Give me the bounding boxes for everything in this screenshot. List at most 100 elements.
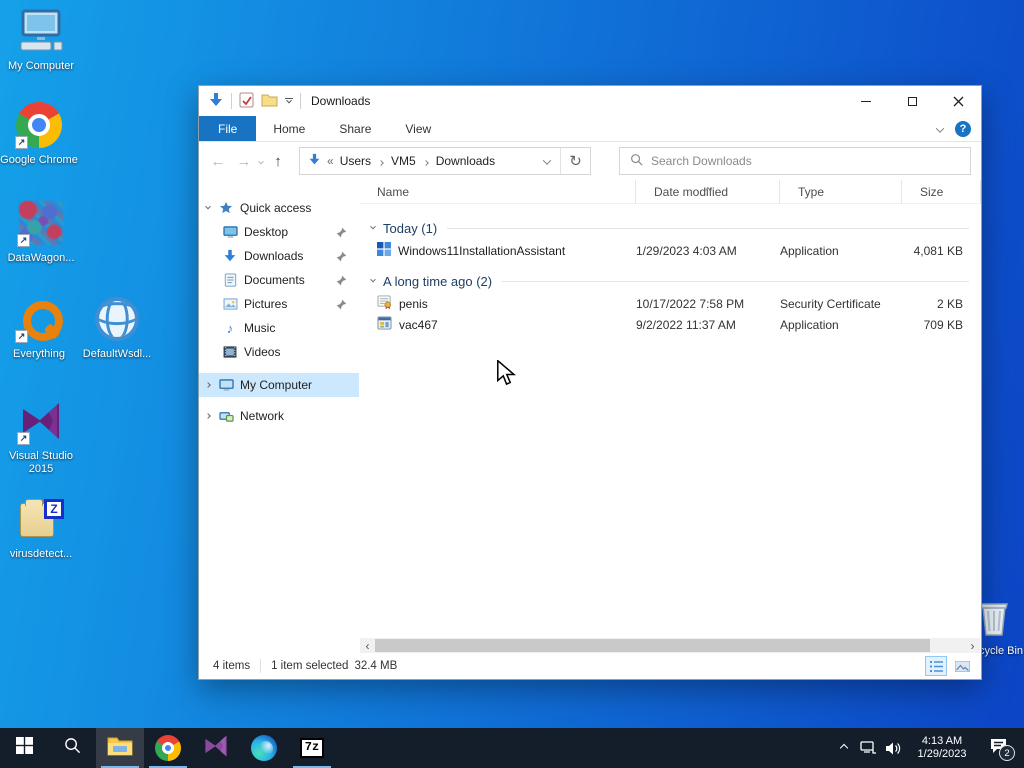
chevron-right-icon[interactable] [199, 382, 217, 388]
expand-ribbon-chevron-icon[interactable] [935, 122, 945, 136]
chrome-icon [155, 735, 181, 761]
search-input[interactable] [651, 148, 970, 174]
back-button[interactable]: ← [207, 153, 229, 170]
scroll-left-arrow[interactable]: ‹ [360, 638, 375, 653]
close-button[interactable] [935, 86, 981, 116]
desktop-icon-datawagon[interactable]: ↗ DataWagon... [2, 198, 80, 265]
sidebar-item-my-computer[interactable]: My Computer [199, 373, 359, 397]
chevron-down-icon[interactable] [365, 223, 381, 230]
chrome-icon: ↗ [14, 100, 64, 150]
desktop-icon-visual-studio[interactable]: ↗ Visual Studio 2015 [2, 396, 80, 476]
computer-icon [217, 378, 235, 392]
group-header-today[interactable]: Today (1) [359, 216, 981, 240]
visual-studio-icon: ↗ [16, 396, 66, 446]
taskbar-search-button[interactable] [48, 728, 96, 768]
new-folder-icon[interactable] [261, 92, 278, 110]
forward-button[interactable]: → [233, 153, 255, 170]
tab-home[interactable]: Home [256, 116, 322, 141]
desktop-icon-google-chrome[interactable]: ↗ Google Chrome [0, 100, 78, 167]
help-icon[interactable]: ? [955, 120, 971, 137]
scrollbar-thumb[interactable] [375, 639, 930, 652]
taskbar-chrome-button[interactable] [144, 728, 192, 768]
minimize-button[interactable] [843, 86, 889, 116]
refresh-button[interactable]: ↻ [560, 148, 590, 174]
maximize-button[interactable] [889, 86, 935, 116]
desktop-icon-everything[interactable]: ↗ Everything [0, 294, 78, 361]
volume-icon[interactable] [881, 728, 906, 768]
ribbon-tab-bar: File Home Share View ? [199, 116, 981, 142]
column-header-name[interactable]: Name [359, 180, 636, 204]
sidebar-item-pictures[interactable]: Pictures [199, 292, 359, 316]
file-date: 10/17/2022 7:58 PM [636, 296, 745, 311]
breadcrumb-collapsed[interactable]: « [327, 154, 334, 168]
column-header-size[interactable]: Size [902, 180, 981, 204]
taskbar-visual-studio-button[interactable] [192, 728, 240, 768]
taskbar-file-explorer-button[interactable] [96, 728, 144, 768]
sidebar-item-videos[interactable]: Videos [199, 340, 359, 364]
sidebar-item-downloads[interactable]: Downloads [199, 244, 359, 268]
search-box[interactable] [619, 147, 971, 175]
sidebar-item-documents[interactable]: Documents [199, 268, 359, 292]
customize-qat-chevron-icon[interactable] [285, 97, 293, 105]
taskbar-edge-button[interactable] [240, 728, 288, 768]
breadcrumb-separator-icon [422, 154, 429, 168]
sidebar-item-label: Videos [244, 345, 281, 359]
desktop: My Computer ↗ Google Chrome ↗ DataWagon.… [0, 0, 1024, 768]
column-header-date-modified[interactable]: Date modified [636, 180, 780, 204]
breadcrumb-users[interactable]: Users [340, 154, 371, 168]
notification-center-button[interactable]: 2 [978, 728, 1018, 768]
sidebar-item-label: Quick access [240, 201, 312, 215]
taskbar-clock[interactable]: 4:13 AM 1/29/2023 [911, 735, 973, 761]
start-button[interactable] [0, 728, 48, 768]
desktop-icon-defaultwsdl[interactable]: DefaultWsdl... [78, 294, 156, 361]
desktop-icon-my-computer[interactable]: My Computer [2, 6, 80, 73]
chevron-right-icon[interactable] [199, 413, 217, 419]
address-bar[interactable]: « Users VM5 Downloads ↻ [299, 147, 591, 175]
tab-view[interactable]: View [388, 116, 448, 141]
content-view-button[interactable] [951, 656, 973, 676]
scrollbar-track[interactable] [375, 638, 965, 653]
file-size: 4,081 KB [913, 243, 963, 258]
desktop-icon-label: Google Chrome [0, 154, 78, 166]
horizontal-scrollbar[interactable]: ‹ › [360, 638, 980, 653]
selection-size: 32.4 MB [354, 660, 398, 672]
group-header-a-long-time-ago[interactable]: A long time ago (2) [359, 269, 981, 293]
system-tray: 4:13 AM 1/29/2023 2 [831, 728, 1024, 768]
network-status-icon[interactable] [856, 728, 881, 768]
application-icon [377, 316, 392, 333]
details-view-button[interactable] [925, 656, 947, 676]
taskbar-7zip-button[interactable]: 7z [288, 728, 336, 768]
sidebar-item-music[interactable]: ♪ Music [199, 316, 359, 340]
everything-search-icon: ↗ [14, 294, 64, 344]
desktop-icon-virusdetect[interactable]: Z virusdetect... [2, 494, 80, 561]
address-dropdown-chevron-icon[interactable] [534, 154, 560, 168]
tab-file[interactable]: File [199, 116, 257, 141]
recent-locations-chevron-icon[interactable] [258, 154, 264, 168]
chevron-down-icon[interactable] [199, 203, 217, 210]
sidebar-item-desktop[interactable]: Desktop [199, 220, 359, 244]
properties-icon[interactable] [239, 92, 254, 111]
sidebar-item-label: Documents [244, 273, 305, 287]
sidebar-item-network[interactable]: Network [199, 404, 359, 428]
up-button[interactable]: ↑ [267, 153, 289, 170]
file-date: 1/29/2023 4:03 AM [636, 243, 737, 258]
window-controls [843, 86, 981, 116]
chevron-down-icon[interactable] [365, 276, 381, 283]
sort-ascending-icon [704, 181, 711, 195]
tab-share[interactable]: Share [322, 116, 388, 141]
breadcrumb-downloads[interactable]: Downloads [436, 154, 495, 168]
file-row-penis[interactable]: penis 10/17/2022 7:58 PM Security Certif… [359, 293, 981, 314]
clock-time: 4:13 AM [921, 735, 963, 747]
datawagon-icon: ↗ [16, 198, 66, 248]
file-row-windows11installationassistant[interactable]: Windows11InstallationAssistant 1/29/2023… [359, 240, 981, 261]
scroll-right-arrow[interactable]: › [965, 638, 980, 653]
sidebar-item-label: My Computer [240, 378, 313, 392]
file-row-vac467[interactable]: vac467 9/2/2022 11:37 AM Application 709… [359, 314, 981, 335]
breadcrumb-vm5[interactable]: VM5 [391, 154, 416, 168]
column-header-type[interactable]: Type [780, 180, 902, 204]
navigation-pane: Quick access Desktop Downloads Documents [199, 180, 359, 639]
tray-chevron-up-icon[interactable] [831, 728, 856, 768]
sidebar-item-label: Pictures [244, 297, 288, 311]
sidebar-item-quick-access[interactable]: Quick access [199, 196, 359, 220]
sidebar-item-label: Network [240, 409, 285, 423]
